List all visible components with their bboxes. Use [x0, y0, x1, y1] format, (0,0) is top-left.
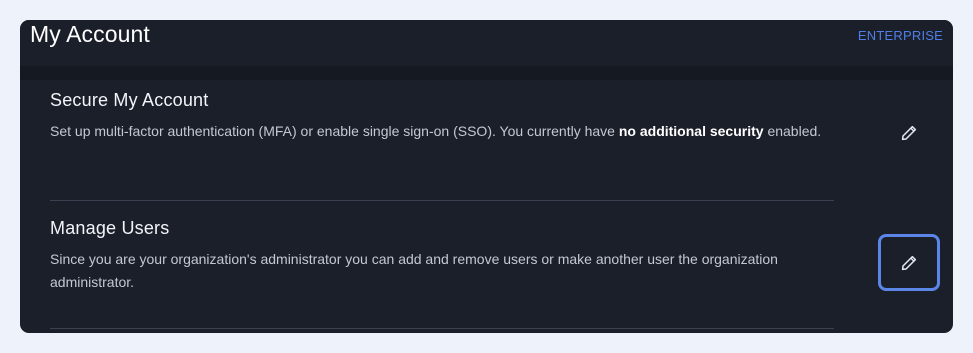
panel-header: My Account ENTERPRISE: [20, 20, 953, 66]
plan-badge: ENTERPRISE: [857, 28, 943, 43]
account-panel: My Account ENTERPRISE Secure My Account …: [20, 20, 953, 333]
desc-bold: no additional security: [618, 123, 764, 139]
page-title: My Account: [30, 21, 150, 47]
edit-secure-account-button[interactable]: [881, 107, 937, 159]
section-desc-secure-account: Set up multi-factor authentication (MFA)…: [50, 120, 840, 143]
desc-suffix: enabled.: [763, 123, 822, 139]
section-desc-manage-users: Since you are your organization's admini…: [50, 251, 778, 290]
section-divider: [50, 200, 834, 201]
section-title-secure-account: Secure My Account: [50, 90, 209, 110]
header-band: [20, 66, 953, 80]
desc-prefix: Set up multi-factor authentication (MFA)…: [50, 123, 619, 139]
pencil-icon: [901, 125, 917, 141]
section-title-manage-users: Manage Users: [50, 218, 170, 238]
pencil-icon: [901, 255, 917, 270]
section-divider: [50, 328, 834, 329]
edit-manage-users-button[interactable]: [878, 234, 940, 291]
